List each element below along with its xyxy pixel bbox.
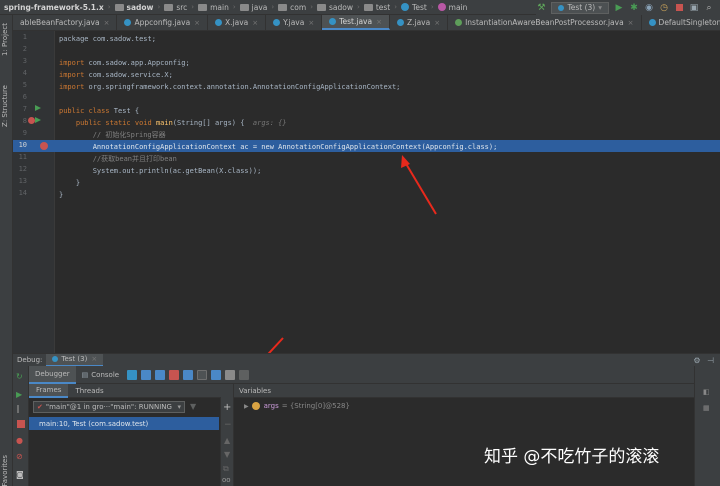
stop-debug-icon[interactable]	[17, 420, 25, 428]
show-watches-icon[interactable]: oo	[222, 476, 231, 484]
filter-icon[interactable]: ▼	[190, 402, 196, 411]
console-icon: ▤	[81, 370, 89, 379]
debug-side-toolbar: ↻ ▶ ‖ ● ⊘ ◙	[13, 366, 29, 486]
debug-tool-window-header: Debug: Test (3) × ⚙ ⊣	[13, 353, 720, 367]
tab-debugger[interactable]: Debugger	[29, 365, 76, 384]
tab-console[interactable]: ▤ Console	[76, 366, 125, 384]
add-watch-icon[interactable]: +	[223, 402, 231, 413]
variables-label: Variables	[239, 386, 271, 395]
settings-gear-icon[interactable]: ⚙ ⊣	[693, 356, 720, 365]
tab-frames[interactable]: Frames	[29, 383, 69, 398]
camera-icon[interactable]: ◙	[16, 470, 25, 479]
watermark: 知乎 @不吃竹子的滚滚	[484, 447, 660, 467]
move-up-icon[interactable]: ▲	[224, 436, 230, 445]
variable-name: args	[263, 402, 279, 410]
arrow-to-code	[404, 161, 437, 215]
view-breakpoints-icon[interactable]: ●	[16, 436, 25, 445]
variables-header: Variables	[234, 384, 694, 398]
mute-breakpoints-icon[interactable]: ⊘	[16, 452, 25, 461]
resume-icon[interactable]: ▶	[16, 390, 25, 399]
variable-row[interactable]: ▶ args = {String[0]@528}	[244, 400, 350, 412]
step-over-icon[interactable]	[141, 369, 152, 380]
check-icon: ✔	[37, 403, 43, 411]
run-to-cursor-icon[interactable]	[211, 369, 222, 380]
step-out-icon[interactable]	[183, 369, 194, 380]
show-execution-point-icon[interactable]	[127, 369, 138, 380]
step-into-icon[interactable]	[155, 369, 166, 380]
tab-threads[interactable]: Threads	[68, 384, 110, 398]
chevron-down-icon: ▾	[177, 403, 181, 411]
variables-toolbar: + − ▲ ▼ ⧉ oo	[221, 384, 234, 486]
rerun-icon[interactable]: ↻	[16, 372, 25, 381]
debug-title: Debug:	[17, 356, 43, 364]
layout-icon[interactable]: ◧	[703, 388, 710, 396]
force-step-into-icon[interactable]	[169, 369, 180, 380]
frames-threads-header: Frames Threads	[29, 383, 221, 398]
hide-panel-icon[interactable]: ⊣	[707, 356, 714, 365]
layout-settings-icon[interactable]	[239, 369, 250, 380]
class-icon	[52, 356, 59, 362]
move-down-icon[interactable]: ▼	[224, 450, 230, 459]
pause-icon[interactable]: ‖	[16, 404, 25, 413]
debugger-toolbar: Debugger ▤ Console	[29, 365, 694, 384]
expand-arrow-icon[interactable]: ▶	[244, 403, 249, 410]
close-icon[interactable]: ×	[91, 355, 97, 363]
right-side-strip: ◧ ▦	[694, 366, 720, 486]
evaluate-expression-icon[interactable]	[225, 369, 236, 380]
restore-layout-icon[interactable]: ▦	[703, 404, 710, 412]
arrow-head	[401, 155, 410, 168]
variable-value: = {String[0]@528}	[281, 402, 350, 410]
parameter-icon	[251, 402, 260, 410]
copy-icon[interactable]: ⧉	[223, 464, 229, 474]
drop-frame-icon[interactable]	[197, 369, 208, 380]
remove-watch-icon[interactable]: −	[224, 420, 232, 430]
thread-selector[interactable]: ✔ "main"@1 in gro···"main": RUNNING ▾	[33, 401, 185, 413]
stack-frame-row[interactable]: main:10, Test (com.sadow.test)	[29, 417, 219, 430]
